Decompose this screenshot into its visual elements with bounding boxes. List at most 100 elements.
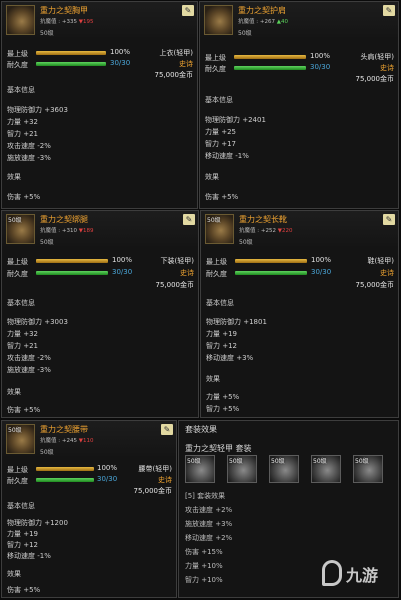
belt-icon: 50级 [6,424,35,454]
item-level: 50级 [40,239,54,246]
edit-icon[interactable]: ✎ [383,214,395,225]
item-title: 重力之契长靴 [239,215,287,224]
edit-icon[interactable]: ✎ [183,214,195,225]
item-tooltip-legs: 50级 重力之契绑腿 抗魔值 : +310 ▼189 50级 ✎ 最上级 100… [1,210,199,418]
effect-line: 力量 +5% [206,393,240,401]
tooltip-header: 50级 重力之契腰带 抗魔值 : +245 ▼110 50级 ✎ [2,421,176,459]
durability-bar [36,271,108,275]
item-level: 50级 [40,30,54,37]
item-type: 鞋(轻甲) [367,257,394,265]
item-type: 上衣(轻甲) [159,49,193,57]
durability-label: 耐久度 [7,270,28,278]
price: 75,000金币 [355,75,395,83]
item-type: 下装(轻甲) [160,257,194,265]
set-bonus-line: 伤害 +15% [185,548,223,556]
durability-value: 30/30 [110,59,131,67]
stat-line: 力量 +32 [7,330,38,338]
set-slot-belt[interactable]: 50级 [311,455,341,483]
set-bonus-line: 施放速度 +3% [185,520,233,528]
item-level: 50级 [239,239,253,246]
durability-bar [36,478,94,482]
set-slot-chest[interactable]: 50级 [185,455,215,483]
stat-line: 施放速度 -3% [7,154,51,162]
edit-icon[interactable]: ✎ [161,424,173,435]
effect-line: 伤害 +5% [7,193,41,201]
edit-icon[interactable]: ✎ [182,5,194,16]
stat-line: 移动速度 -1% [7,552,51,560]
edit-icon[interactable]: ✎ [383,5,395,16]
anti-magic-value: 抗魔值 : +267 ▲40 [238,19,288,25]
grade-bar [234,55,306,59]
set-slot-boots[interactable]: 50级 [353,455,383,483]
effect-line: 伤害 +5% [7,586,41,594]
durability-value: 30/30 [97,475,118,483]
effect-line: 智力 +5% [206,405,240,413]
set-bonus-title: [5] 套装效果 [185,492,226,500]
stat-line: 攻击速度 -2% [7,354,51,362]
stat-line: 物理防御力 +2401 [205,116,266,124]
set-slot-shoulder[interactable]: 50级 [227,455,257,483]
grade-percent: 100% [97,464,118,472]
section-basic-info: 基本信息 [7,299,35,307]
stat-line: 移动速度 -1% [205,152,249,160]
grade-bar [36,467,94,471]
set-bonus-line: 力量 +10% [185,562,223,570]
item-title: 重力之契腰带 [40,425,88,434]
stat-line: 攻击速度 -2% [7,142,51,150]
rarity: 史诗 [380,64,394,72]
boots-icon: 50级 [205,214,234,244]
tooltip-header: 重力之契护肩 抗魔值 : +267 ▲40 50级 ✎ [200,2,398,40]
set-bonus-line: 移动速度 +2% [185,534,233,542]
stat-line: 力量 +19 [7,530,38,538]
watermark-logo: 九游 [322,558,396,590]
rarity: 史诗 [179,60,193,68]
stat-line: 智力 +21 [7,130,38,138]
rarity: 史诗 [158,476,172,484]
effect-line: 伤害 +5% [205,193,239,201]
price: 75,000金币 [155,281,195,289]
stat-line: 物理防御力 +1801 [206,318,267,326]
item-level: 50级 [238,30,252,37]
stat-line: 智力 +12 [206,342,237,350]
stat-line: 物理防御力 +3003 [7,318,68,326]
grade-percent: 100% [310,52,331,60]
chest-armor-icon [6,5,35,35]
anti-magic-value: 抗魔值 : +245 ▼110 [40,438,94,444]
item-title: 重力之契护肩 [238,6,286,15]
section-effect: 效果 [206,375,220,383]
grade-percent: 100% [112,256,133,264]
stat-line: 智力 +17 [205,140,236,148]
durability-label: 耐久度 [7,61,28,69]
grade-percent: 100% [311,256,332,264]
durability-bar [36,62,106,66]
grade-percent: 100% [110,48,131,56]
stat-line: 力量 +19 [206,330,237,338]
item-title: 重力之契绑腿 [40,215,88,224]
leg-armor-icon: 50级 [6,214,35,244]
price: 75,000金币 [154,71,194,79]
stat-line: 物理防御力 +1200 [7,519,68,527]
section-basic-info: 基本信息 [206,299,234,307]
section-effect: 效果 [7,570,21,578]
stat-line: 施放速度 -3% [7,366,51,374]
grade-label: 最上级 [206,258,227,266]
tooltip-header: 50级 重力之契绑腿 抗魔值 : +310 ▼189 50级 ✎ [2,211,198,249]
anti-magic-value: 抗魔值 : +310 ▼189 [40,228,94,234]
item-tooltip-chest: 重力之契胸甲 抗魔值 : +335 ▼195 50级 ✎ 最上级 100% 上衣… [1,1,198,209]
section-effect: 效果 [7,388,21,396]
tooltip-header: 重力之契胸甲 抗魔值 : +335 ▼195 50级 ✎ [2,2,197,40]
item-title: 重力之契胸甲 [40,6,88,15]
grade-bar [235,259,307,263]
stat-line: 移动速度 +3% [206,354,254,362]
rarity: 史诗 [380,269,394,277]
durability-bar [234,66,306,70]
anti-magic-value: 抗魔值 : +252 ▼220 [239,228,293,234]
item-tooltip-boots: 50级 重力之契长靴 抗魔值 : +252 ▼220 50级 ✎ 最上级 100… [200,210,399,418]
stat-line: 物理防御力 +3603 [7,106,68,114]
section-effect: 效果 [205,173,219,181]
section-basic-info: 基本信息 [7,86,35,94]
item-type: 腰带(轻甲) [138,465,172,473]
price: 75,000金币 [355,281,395,289]
price: 75,000金币 [133,487,173,495]
set-slot-legs[interactable]: 50级 [269,455,299,483]
